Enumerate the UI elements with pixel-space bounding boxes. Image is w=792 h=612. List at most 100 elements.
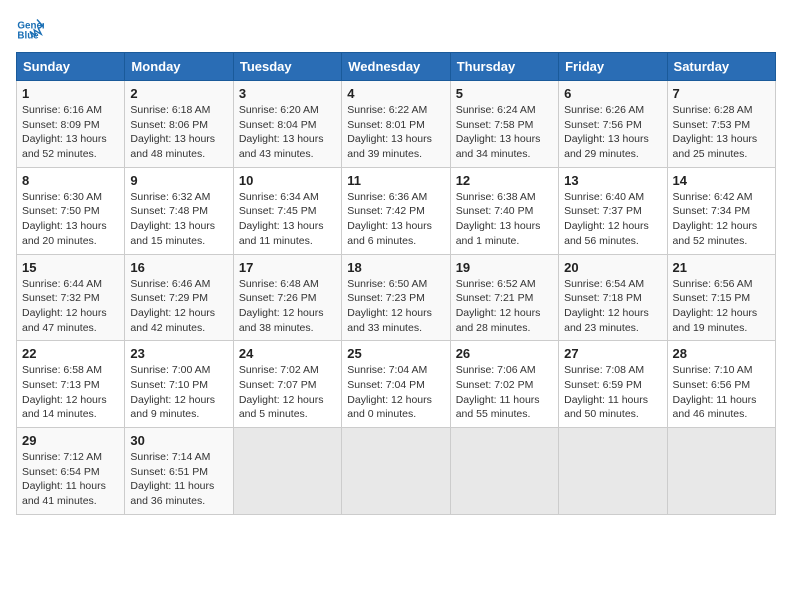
day-info: Sunrise: 6:56 AM Sunset: 7:15 PM Dayligh…	[673, 277, 770, 336]
logo-icon: General Blue	[16, 16, 44, 44]
day-info: Sunrise: 6:54 AM Sunset: 7:18 PM Dayligh…	[564, 277, 661, 336]
day-number: 18	[347, 260, 444, 275]
day-number: 30	[130, 433, 227, 448]
day-number: 29	[22, 433, 119, 448]
calendar-day: 11 Sunrise: 6:36 AM Sunset: 7:42 PM Dayl…	[342, 167, 450, 254]
calendar-day	[667, 428, 775, 515]
day-info: Sunrise: 6:46 AM Sunset: 7:29 PM Dayligh…	[130, 277, 227, 336]
calendar-day: 12 Sunrise: 6:38 AM Sunset: 7:40 PM Dayl…	[450, 167, 558, 254]
day-number: 28	[673, 346, 770, 361]
day-info: Sunrise: 6:52 AM Sunset: 7:21 PM Dayligh…	[456, 277, 553, 336]
day-info: Sunrise: 6:34 AM Sunset: 7:45 PM Dayligh…	[239, 190, 336, 249]
day-number: 15	[22, 260, 119, 275]
calendar-day: 21 Sunrise: 6:56 AM Sunset: 7:15 PM Dayl…	[667, 254, 775, 341]
day-info: Sunrise: 7:08 AM Sunset: 6:59 PM Dayligh…	[564, 363, 661, 422]
calendar-day: 9 Sunrise: 6:32 AM Sunset: 7:48 PM Dayli…	[125, 167, 233, 254]
calendar-day: 26 Sunrise: 7:06 AM Sunset: 7:02 PM Dayl…	[450, 341, 558, 428]
day-info: Sunrise: 7:04 AM Sunset: 7:04 PM Dayligh…	[347, 363, 444, 422]
calendar-day	[342, 428, 450, 515]
day-number: 26	[456, 346, 553, 361]
calendar-table: SundayMondayTuesdayWednesdayThursdayFrid…	[16, 52, 776, 515]
calendar-day: 18 Sunrise: 6:50 AM Sunset: 7:23 PM Dayl…	[342, 254, 450, 341]
day-number: 20	[564, 260, 661, 275]
calendar-week: 22 Sunrise: 6:58 AM Sunset: 7:13 PM Dayl…	[17, 341, 776, 428]
calendar-day: 14 Sunrise: 6:42 AM Sunset: 7:34 PM Dayl…	[667, 167, 775, 254]
day-number: 16	[130, 260, 227, 275]
calendar-day: 5 Sunrise: 6:24 AM Sunset: 7:58 PM Dayli…	[450, 81, 558, 168]
calendar-day: 20 Sunrise: 6:54 AM Sunset: 7:18 PM Dayl…	[559, 254, 667, 341]
day-info: Sunrise: 6:36 AM Sunset: 7:42 PM Dayligh…	[347, 190, 444, 249]
day-info: Sunrise: 6:30 AM Sunset: 7:50 PM Dayligh…	[22, 190, 119, 249]
calendar-day: 22 Sunrise: 6:58 AM Sunset: 7:13 PM Dayl…	[17, 341, 125, 428]
weekday-header: Wednesday	[342, 53, 450, 81]
weekday-header: Sunday	[17, 53, 125, 81]
day-number: 17	[239, 260, 336, 275]
day-info: Sunrise: 6:26 AM Sunset: 7:56 PM Dayligh…	[564, 103, 661, 162]
calendar-day: 28 Sunrise: 7:10 AM Sunset: 6:56 PM Dayl…	[667, 341, 775, 428]
day-number: 10	[239, 173, 336, 188]
day-number: 27	[564, 346, 661, 361]
calendar-day	[559, 428, 667, 515]
day-number: 3	[239, 86, 336, 101]
day-number: 4	[347, 86, 444, 101]
calendar-day: 30 Sunrise: 7:14 AM Sunset: 6:51 PM Dayl…	[125, 428, 233, 515]
day-number: 8	[22, 173, 119, 188]
day-number: 11	[347, 173, 444, 188]
calendar-day: 2 Sunrise: 6:18 AM Sunset: 8:06 PM Dayli…	[125, 81, 233, 168]
day-info: Sunrise: 6:42 AM Sunset: 7:34 PM Dayligh…	[673, 190, 770, 249]
day-info: Sunrise: 7:14 AM Sunset: 6:51 PM Dayligh…	[130, 450, 227, 509]
day-number: 2	[130, 86, 227, 101]
day-info: Sunrise: 6:18 AM Sunset: 8:06 PM Dayligh…	[130, 103, 227, 162]
day-number: 13	[564, 173, 661, 188]
calendar-week: 15 Sunrise: 6:44 AM Sunset: 7:32 PM Dayl…	[17, 254, 776, 341]
calendar-day: 27 Sunrise: 7:08 AM Sunset: 6:59 PM Dayl…	[559, 341, 667, 428]
calendar-day: 24 Sunrise: 7:02 AM Sunset: 7:07 PM Dayl…	[233, 341, 341, 428]
weekday-header: Friday	[559, 53, 667, 81]
calendar-day	[450, 428, 558, 515]
day-info: Sunrise: 6:58 AM Sunset: 7:13 PM Dayligh…	[22, 363, 119, 422]
calendar-day: 17 Sunrise: 6:48 AM Sunset: 7:26 PM Dayl…	[233, 254, 341, 341]
day-number: 12	[456, 173, 553, 188]
day-info: Sunrise: 7:02 AM Sunset: 7:07 PM Dayligh…	[239, 363, 336, 422]
page-header: General Blue	[16, 16, 776, 44]
day-info: Sunrise: 6:28 AM Sunset: 7:53 PM Dayligh…	[673, 103, 770, 162]
day-info: Sunrise: 7:10 AM Sunset: 6:56 PM Dayligh…	[673, 363, 770, 422]
calendar-day: 3 Sunrise: 6:20 AM Sunset: 8:04 PM Dayli…	[233, 81, 341, 168]
day-number: 5	[456, 86, 553, 101]
calendar-day: 7 Sunrise: 6:28 AM Sunset: 7:53 PM Dayli…	[667, 81, 775, 168]
calendar-day: 29 Sunrise: 7:12 AM Sunset: 6:54 PM Dayl…	[17, 428, 125, 515]
calendar-week: 8 Sunrise: 6:30 AM Sunset: 7:50 PM Dayli…	[17, 167, 776, 254]
day-number: 21	[673, 260, 770, 275]
day-info: Sunrise: 6:22 AM Sunset: 8:01 PM Dayligh…	[347, 103, 444, 162]
calendar-header: SundayMondayTuesdayWednesdayThursdayFrid…	[17, 53, 776, 81]
day-number: 19	[456, 260, 553, 275]
day-info: Sunrise: 6:32 AM Sunset: 7:48 PM Dayligh…	[130, 190, 227, 249]
weekday-header: Saturday	[667, 53, 775, 81]
calendar-week: 29 Sunrise: 7:12 AM Sunset: 6:54 PM Dayl…	[17, 428, 776, 515]
calendar-day: 23 Sunrise: 7:00 AM Sunset: 7:10 PM Dayl…	[125, 341, 233, 428]
day-info: Sunrise: 6:16 AM Sunset: 8:09 PM Dayligh…	[22, 103, 119, 162]
day-info: Sunrise: 6:44 AM Sunset: 7:32 PM Dayligh…	[22, 277, 119, 336]
calendar-week: 1 Sunrise: 6:16 AM Sunset: 8:09 PM Dayli…	[17, 81, 776, 168]
day-info: Sunrise: 6:20 AM Sunset: 8:04 PM Dayligh…	[239, 103, 336, 162]
day-info: Sunrise: 7:12 AM Sunset: 6:54 PM Dayligh…	[22, 450, 119, 509]
logo: General Blue	[16, 16, 48, 44]
calendar-day: 13 Sunrise: 6:40 AM Sunset: 7:37 PM Dayl…	[559, 167, 667, 254]
calendar-day	[233, 428, 341, 515]
day-number: 24	[239, 346, 336, 361]
calendar-day: 4 Sunrise: 6:22 AM Sunset: 8:01 PM Dayli…	[342, 81, 450, 168]
weekday-header: Monday	[125, 53, 233, 81]
day-info: Sunrise: 6:24 AM Sunset: 7:58 PM Dayligh…	[456, 103, 553, 162]
day-info: Sunrise: 6:38 AM Sunset: 7:40 PM Dayligh…	[456, 190, 553, 249]
day-info: Sunrise: 6:50 AM Sunset: 7:23 PM Dayligh…	[347, 277, 444, 336]
day-number: 22	[22, 346, 119, 361]
calendar-day: 10 Sunrise: 6:34 AM Sunset: 7:45 PM Dayl…	[233, 167, 341, 254]
day-info: Sunrise: 6:40 AM Sunset: 7:37 PM Dayligh…	[564, 190, 661, 249]
day-number: 9	[130, 173, 227, 188]
calendar-day: 25 Sunrise: 7:04 AM Sunset: 7:04 PM Dayl…	[342, 341, 450, 428]
weekday-header: Tuesday	[233, 53, 341, 81]
weekday-header: Thursday	[450, 53, 558, 81]
calendar-day: 1 Sunrise: 6:16 AM Sunset: 8:09 PM Dayli…	[17, 81, 125, 168]
calendar-day: 19 Sunrise: 6:52 AM Sunset: 7:21 PM Dayl…	[450, 254, 558, 341]
day-number: 7	[673, 86, 770, 101]
